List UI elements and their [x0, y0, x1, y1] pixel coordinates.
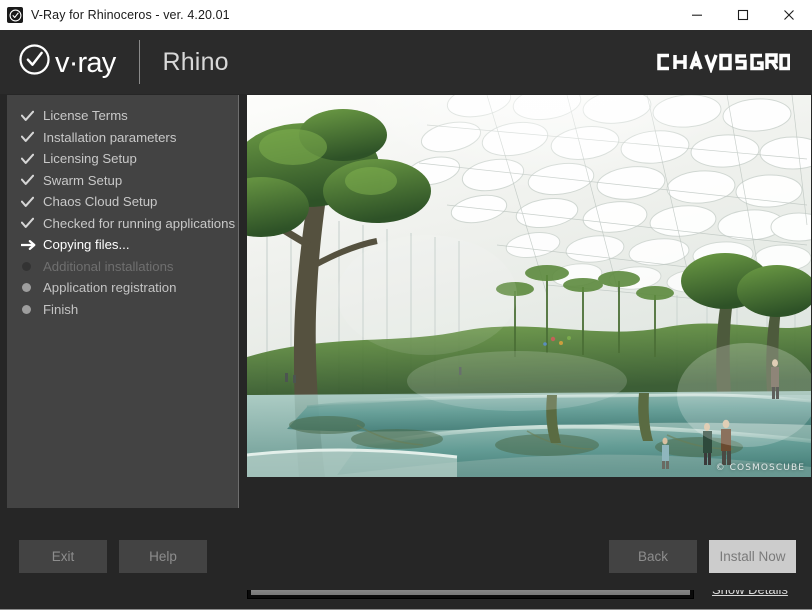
check-icon: [21, 217, 43, 229]
brand: v·ray Rhino: [18, 41, 229, 83]
vray-circle-check-icon: [7, 7, 23, 23]
check-icon: [21, 153, 43, 165]
step-label: Finish: [43, 302, 78, 317]
check-icon: [21, 174, 43, 186]
image-watermark: © COSMOSCUBE: [716, 463, 805, 473]
step-application-registration: Application registration: [7, 277, 238, 299]
bullet-icon: [21, 305, 43, 314]
step-label: Installation parameters: [43, 130, 176, 145]
product-name: Rhino: [162, 50, 228, 75]
check-icon: [21, 110, 43, 122]
step-installation-parameters: Installation parameters: [7, 127, 238, 149]
vray-circle-check-icon: [18, 43, 51, 81]
install-now-button[interactable]: Install Now: [709, 540, 796, 573]
chaosgroup-logo: [655, 51, 790, 73]
minimize-icon[interactable]: [674, 0, 720, 30]
window-titlebar: V-Ray for Rhinoceros - ver. 4.20.01: [0, 0, 812, 30]
step-label: Chaos Cloud Setup: [43, 194, 157, 209]
check-icon: [21, 196, 43, 208]
step-swarm-setup: Swarm Setup: [7, 170, 238, 192]
biodome-illustration: [247, 95, 811, 477]
window-title: V-Ray for Rhinoceros - ver. 4.20.01: [31, 8, 230, 22]
back-button[interactable]: Back: [609, 540, 697, 573]
step-license-terms: License Terms: [7, 105, 238, 127]
step-copying-files: Copying files...: [7, 234, 238, 256]
window-controls: [674, 0, 812, 30]
footer-bar: Exit Help Back Install Now: [0, 516, 812, 590]
install-steps-panel: License Terms Installation parameters Li…: [7, 95, 239, 508]
close-icon[interactable]: [766, 0, 812, 30]
exit-button[interactable]: Exit: [19, 540, 107, 573]
check-icon: [21, 131, 43, 143]
app-header: v·ray Rhino: [0, 30, 812, 94]
step-finish: Finish: [7, 299, 238, 321]
step-additional-installations: Additional installations: [7, 256, 238, 278]
brand-divider: [139, 40, 140, 84]
step-label: Licensing Setup: [43, 151, 137, 166]
step-chaos-cloud-setup: Chaos Cloud Setup: [7, 191, 238, 213]
step-label: Additional installations: [43, 259, 174, 274]
bullet-icon: [21, 262, 43, 271]
splash-image: © COSMOSCUBE: [247, 95, 811, 477]
brand-wordmark: v·ray: [55, 49, 115, 78]
step-label: Copying files...: [43, 237, 130, 252]
body-area: License Terms Installation parameters Li…: [0, 94, 812, 519]
bullet-icon: [21, 283, 43, 292]
maximize-icon[interactable]: [720, 0, 766, 30]
help-button[interactable]: Help: [119, 540, 207, 573]
step-label: Swarm Setup: [43, 173, 122, 188]
step-label: Checked for running applications: [43, 216, 235, 231]
step-checked-running-applications: Checked for running applications: [7, 213, 238, 235]
step-label: Application registration: [43, 280, 176, 295]
arrow-right-icon: [21, 239, 43, 251]
step-label: License Terms: [43, 108, 128, 123]
step-licensing-setup: Licensing Setup: [7, 148, 238, 170]
